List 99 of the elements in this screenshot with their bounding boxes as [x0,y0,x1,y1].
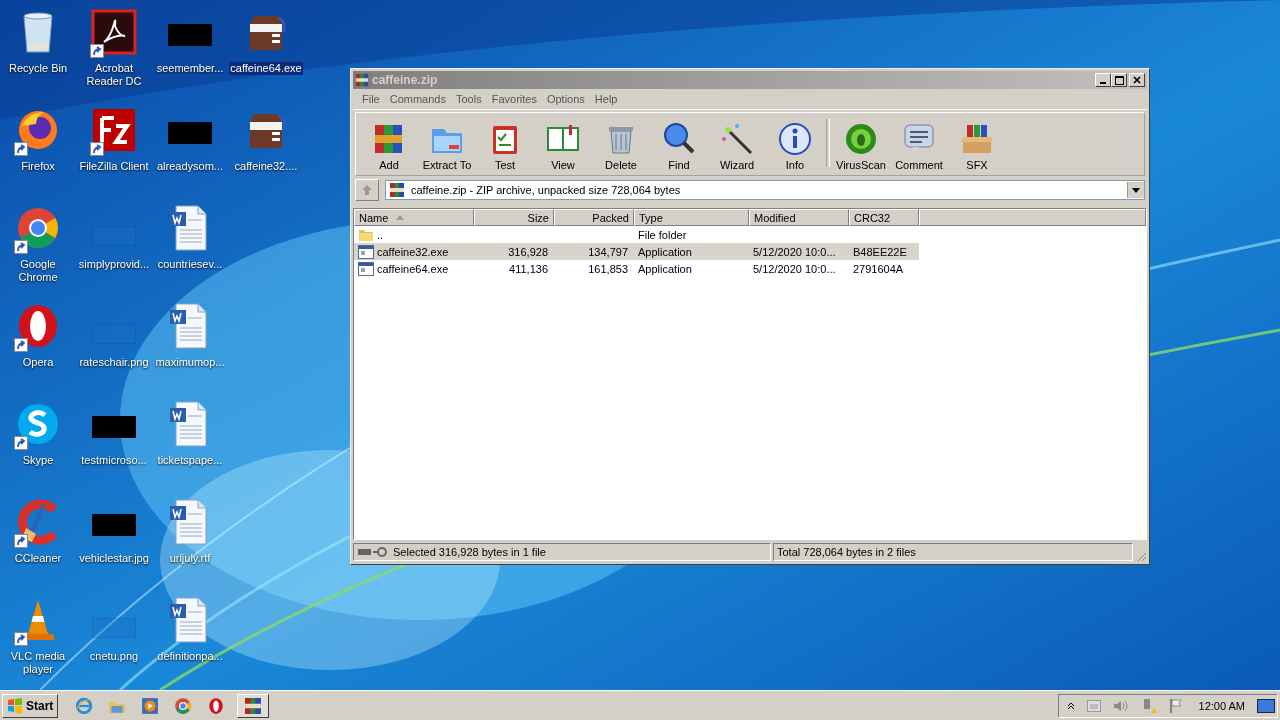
table-cell: .. [377,228,384,241]
column-header[interactable]: Size [474,209,554,226]
desktop-icon-label[interactable]: Acrobat Reader DC [77,62,151,88]
minimize-button[interactable] [1095,73,1111,87]
resize-grip-icon [1135,550,1147,562]
table-cell: 5/12/2020 10:0... [753,262,836,275]
column-header[interactable]: CRC32 [849,209,919,226]
internet-explorer-icon [75,696,94,715]
desktop-icon-label[interactable]: definitionpa... [153,650,227,663]
toolbar-button[interactable]: Delete [592,121,650,171]
toolbar-button[interactable]: Test [476,121,534,171]
file-row[interactable]: caffeine32.exe 316,928 134,797 Application 5/12/2020 10:0... B48EE22E [354,243,919,260]
desktop-icon-label[interactable]: Skype [1,454,75,467]
file-row[interactable]: caffeine64.exe 411,136 161,853 Application 5/12/2020 10:0... 2791604A [354,260,919,277]
winrar-icon [389,182,405,198]
desktop-icon-label[interactable]: seemember... [153,62,227,75]
toolbar-button[interactable]: Wizard [708,121,766,171]
desktop-icon-label[interactable]: Firefox [1,160,75,173]
table-cell: Application [638,262,692,275]
table-cell: 161,853 [588,262,628,275]
winrar-icon [244,696,263,715]
menu-item[interactable]: Help [589,93,623,105]
table-cell: Application [638,245,692,258]
toolbar-button[interactable]: View [534,121,592,171]
chevron-up-icon [1066,701,1075,710]
table-cell: caffeine32.exe [377,245,449,258]
menu-item[interactable]: Tools [451,93,487,105]
column-header[interactable]: Type [634,209,749,226]
toolbar-button[interactable]: Find [650,121,708,171]
file-row[interactable]: .. File folder [354,226,919,243]
menu-item[interactable]: Commands [384,93,451,105]
dropdown-arrow-icon [1132,187,1140,193]
menu-item[interactable]: Options [541,93,590,105]
window-title: caffeine.zip [372,73,439,87]
speaker-icon [1112,698,1129,713]
maximize-icon [1114,75,1124,85]
desktop-icon-label[interactable]: simplyprovid... [77,258,151,271]
drive-key-icon [357,547,389,557]
application-icon [358,261,374,276]
desktop-icon-label[interactable]: VLC media player [1,650,75,676]
winrar-icon [355,73,369,87]
thumbnail-icon [92,618,136,638]
magic-wand-icon [719,121,755,157]
status-text: Selected 316,928 bytes in 1 file [393,546,546,558]
table-cell: caffeine64.exe [377,262,449,275]
desktop-icon-label[interactable]: cnetu.png [77,650,151,663]
desktop-icon-label[interactable]: rateschair.png [77,356,151,369]
chrome-icon [174,696,193,715]
address-field[interactable]: caffeine.zip - ZIP archive, unpacked size 728,064 bytes [385,180,1145,200]
show-desktop-icon[interactable] [1257,698,1275,713]
desktop-icon-label[interactable]: CCleaner [1,552,75,565]
info-icon [777,121,813,157]
taskbar-button[interactable] [237,693,270,718]
acrobat-icon [90,8,138,56]
toolbar-button[interactable]: SFX [948,121,1006,171]
table-cell: B48EE22E [853,245,907,258]
application-icon [358,244,374,259]
comment-icon [901,121,937,157]
desktop-icon-label[interactable]: Recycle Bin [1,62,75,75]
toolbar-button[interactable]: Add [360,121,418,171]
flag-icon [1168,697,1183,714]
close-button[interactable] [1129,73,1145,87]
maximize-button[interactable] [1111,73,1127,87]
window-icon [1086,699,1101,712]
menu-item[interactable]: Favorites [486,93,542,105]
folder-icon [358,227,374,242]
column-header[interactable]: Packed [554,209,634,226]
table-cell: File folder [638,228,687,241]
toolbar-button[interactable]: Extract To [418,121,476,171]
start-button[interactable]: Start [2,693,59,718]
desktop-icon-label[interactable]: Google Chrome [1,258,75,284]
column-header[interactable]: Name [354,209,474,226]
desktop-icon-label[interactable]: testmicroso... [77,454,151,467]
toolbar-button[interactable]: VirusScan [832,121,890,171]
desktop-icon-label[interactable]: Opera [1,356,75,369]
media-player-icon [141,696,160,715]
table-cell: 411,136 [509,262,548,275]
filezilla-icon [90,106,138,154]
desktop-icon-label[interactable]: caffeine32.... [229,160,303,173]
desktop-icon-label[interactable]: vehiclestar.jpg [77,552,151,565]
column-header[interactable]: Modified [749,209,849,226]
table-cell: 2791604A [853,262,904,275]
desktop-icon-label[interactable]: caffeine64.exe [229,62,303,75]
up-button[interactable] [355,179,379,201]
windows-logo-icon [7,697,23,714]
clock[interactable]: 12:00 AM [1198,699,1245,712]
opera-icon [207,696,226,715]
desktop-icon-label[interactable]: alreadysom... [153,160,227,173]
toolbar-button[interactable]: Info [766,121,824,171]
table-cell: 316,928 [508,245,548,258]
toolbar-button[interactable]: Comment [890,121,948,171]
up-arrow-icon [361,184,373,196]
desktop-icon-label[interactable]: FileZilla Client [77,160,151,173]
desktop-icon-label[interactable]: countriesev... [153,258,227,271]
menu-item[interactable]: File [357,93,385,105]
status-text: Total 728,064 bytes in 2 files [777,546,916,558]
table-cell: 5/12/2020 10:0... [753,245,836,258]
close-icon [1133,76,1141,84]
table-cell: 134,797 [588,245,628,258]
